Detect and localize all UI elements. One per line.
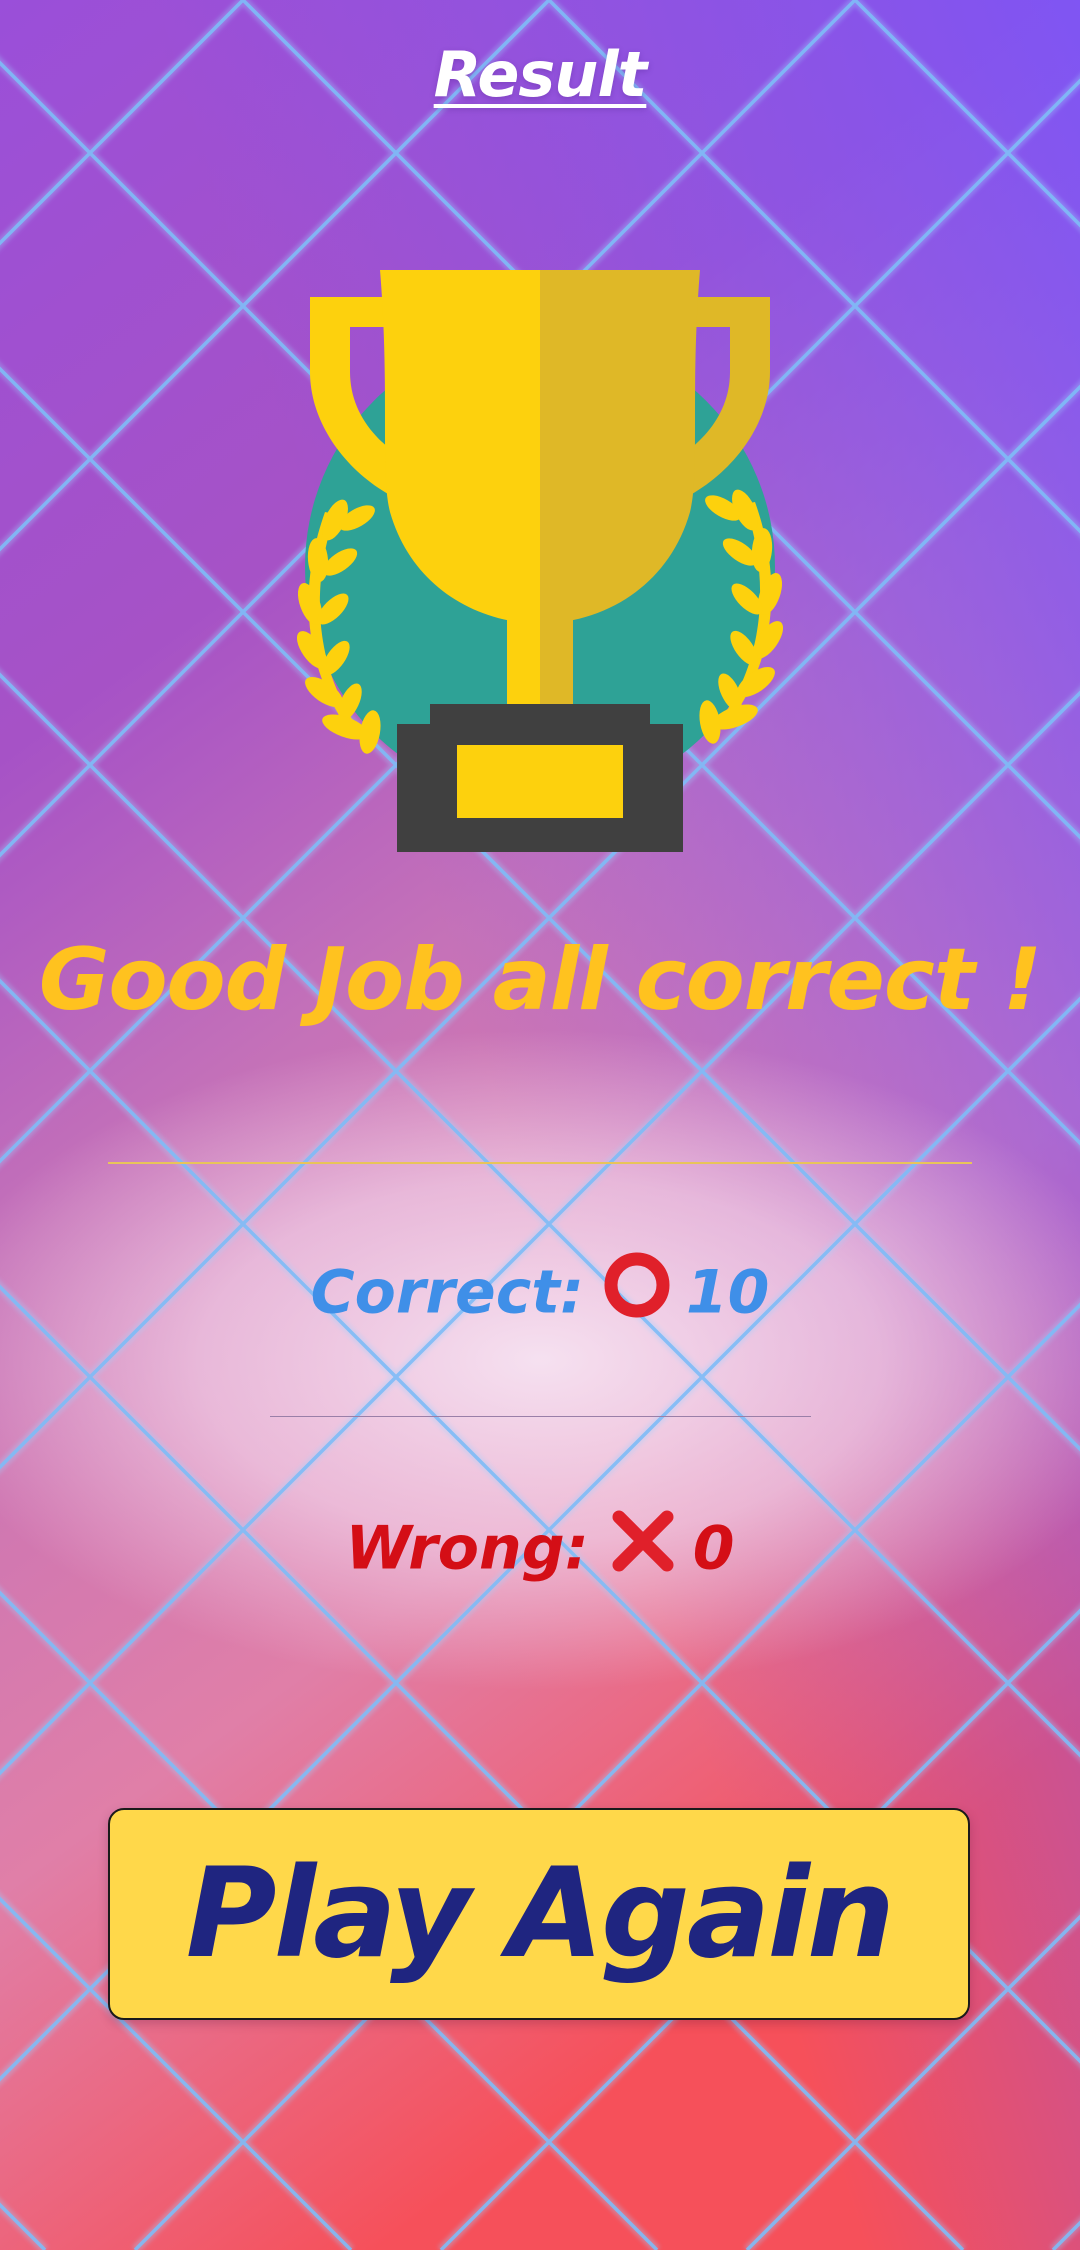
red-circle-icon (602, 1250, 672, 1335)
wrong-count: 0 (692, 1513, 735, 1584)
divider-top (108, 1162, 972, 1164)
divider-middle (270, 1416, 811, 1417)
correct-label: Correct: (310, 1257, 584, 1328)
correct-count: 10 (685, 1257, 770, 1328)
wrong-label: Wrong: (345, 1513, 589, 1584)
page-title: Result (433, 38, 648, 111)
trophy-stem-left (507, 617, 540, 707)
play-again-button[interactable]: Play Again (108, 1808, 970, 2020)
red-cross-icon (607, 1505, 679, 1592)
correct-score: Correct: 10 (0, 1250, 1080, 1335)
result-headline: Good Job all correct ! (38, 930, 1042, 1030)
trophy-illustration (296, 270, 784, 852)
wrong-score: Wrong: 0 (0, 1505, 1080, 1592)
trophy-plaque (457, 745, 623, 818)
trophy-stem-right (540, 617, 573, 707)
play-again-label: Play Again (185, 1842, 895, 1986)
